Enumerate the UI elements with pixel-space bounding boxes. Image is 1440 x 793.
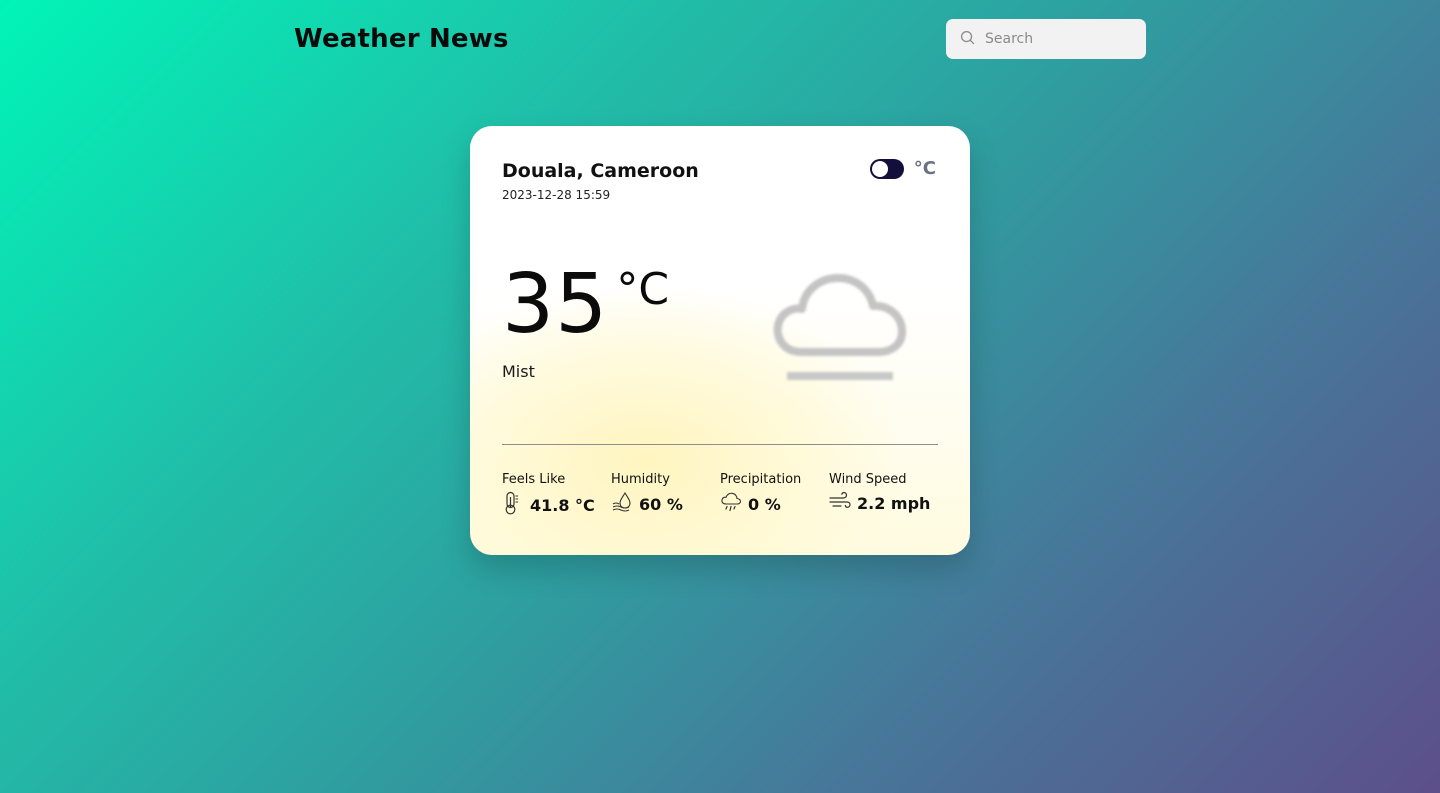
temperature-display: 35 °C xyxy=(502,264,669,346)
stat-value: 0 % xyxy=(748,494,781,514)
search-box[interactable] xyxy=(946,19,1146,59)
weather-card: Douala, Cameroon 2023-12-28 15:59 °C 35 … xyxy=(470,126,970,555)
temperature-unit: °C xyxy=(616,264,670,315)
stat-humidity: Humidity 60 % xyxy=(611,472,720,519)
location-name: Douala, Cameroon xyxy=(502,160,699,182)
app-header: Weather News xyxy=(294,18,1146,60)
humidity-icon xyxy=(611,491,633,517)
location-block: Douala, Cameroon 2023-12-28 15:59 xyxy=(502,158,699,202)
mist-cloud-icon xyxy=(764,254,914,398)
location-row: Douala, Cameroon 2023-12-28 15:59 °C xyxy=(502,158,938,202)
stat-label: Wind Speed xyxy=(829,472,907,487)
temperature-value: 35 xyxy=(502,257,609,352)
app-title: Weather News xyxy=(294,24,509,54)
condition-text: Mist xyxy=(502,362,535,381)
stat-value: 41.8 °C xyxy=(530,495,595,515)
rain-cloud-icon xyxy=(720,491,742,517)
wind-icon xyxy=(829,491,851,515)
stats-row: Feels Like 41.8 °C Humidity 60 % Precipi… xyxy=(502,472,938,519)
card-divider xyxy=(502,444,938,445)
stat-value-row: 41.8 °C xyxy=(502,491,611,519)
search-input[interactable] xyxy=(985,31,1135,47)
toggle-knob xyxy=(871,160,888,177)
stat-value-row: 0 % xyxy=(720,491,829,517)
unit-toggle-switch[interactable] xyxy=(869,158,904,179)
search-icon xyxy=(960,30,975,49)
stat-label: Precipitation xyxy=(720,472,802,487)
stat-value-row: 2.2 mph xyxy=(829,491,938,515)
unit-toggle[interactable]: °C xyxy=(869,158,936,179)
stat-label: Humidity xyxy=(611,472,670,487)
stat-wind-speed: Wind Speed 2.2 mph xyxy=(829,472,938,519)
stat-value-row: 60 % xyxy=(611,491,720,517)
thermometer-icon xyxy=(502,491,524,519)
stat-precipitation: Precipitation 0 % xyxy=(720,472,829,519)
temperature-block: 35 °C Mist xyxy=(502,264,669,444)
current-conditions: 35 °C Mist xyxy=(502,264,938,444)
stat-value: 60 % xyxy=(639,494,683,514)
unit-toggle-label: °C xyxy=(913,158,936,179)
stat-feels-like: Feels Like 41.8 °C xyxy=(502,472,611,519)
stat-value: 2.2 mph xyxy=(857,493,931,513)
local-datetime: 2023-12-28 15:59 xyxy=(502,188,611,202)
stat-label: Feels Like xyxy=(502,472,566,487)
